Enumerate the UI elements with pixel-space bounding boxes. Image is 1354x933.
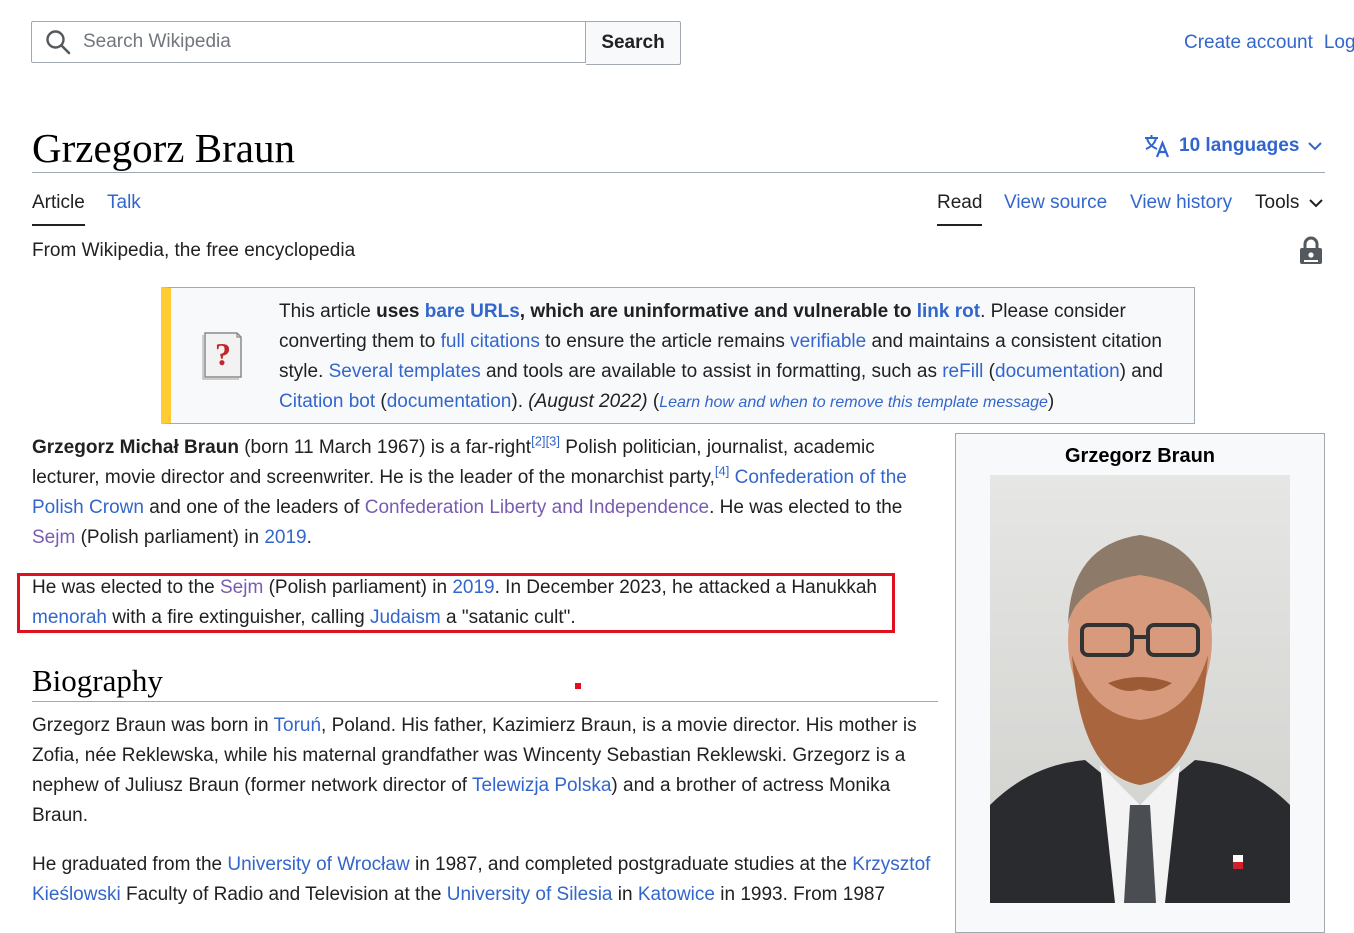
text-fragment: . He was elected to the <box>709 497 903 518</box>
text-fragment: in 1993. From 1987 <box>714 884 886 905</box>
university-silesia-link[interactable]: University of Silesia <box>447 884 613 905</box>
biography-paragraph-2: He graduated from the University of Wroc… <box>32 850 937 910</box>
search-icon <box>46 30 71 55</box>
ref-4[interactable]: [4] <box>715 464 729 479</box>
text-fragment: and one of the leaders of <box>143 497 365 518</box>
verifiable-link[interactable]: verifiable <box>790 331 866 352</box>
bare-urls-notice: ? This article uses bare URLs, which are… <box>161 287 1195 424</box>
infobox: Grzegorz Braun <box>955 433 1325 933</box>
tab-read[interactable]: Read <box>937 192 982 214</box>
notice-fragment: , which are uninformative and vulnerable… <box>519 301 917 322</box>
confederation-liberty-link[interactable]: Confederation Liberty and Independence <box>365 497 709 518</box>
documentation-link-2[interactable]: documentation <box>387 391 512 412</box>
several-templates-link[interactable]: Several templates <box>329 361 481 382</box>
notice-text: This article uses bare URLs, which are u… <box>279 297 1189 418</box>
text-fragment: Grzegorz Braun was born in <box>32 715 274 736</box>
citation-bot-link[interactable]: Citation bot <box>279 391 375 412</box>
notice-fragment: ( <box>983 361 996 382</box>
create-account-link[interactable]: Create account <box>1184 32 1313 53</box>
telewizja-polska-link[interactable]: Telewizja Polska <box>472 775 611 796</box>
highlight-annotation-box <box>17 573 895 633</box>
notice-fragment: ) <box>1047 391 1055 412</box>
tab-view-history[interactable]: View history <box>1130 192 1232 214</box>
tools-menu[interactable]: Tools <box>1255 192 1324 214</box>
svg-text:?: ? <box>215 336 231 372</box>
notice-fragment: ( <box>375 391 387 412</box>
question-book-icon: ? <box>202 332 242 380</box>
annotation-dot <box>575 683 581 689</box>
ref-2[interactable]: [2] <box>531 434 545 449</box>
notice-fragment: ( <box>647 391 660 412</box>
chevron-down-icon <box>1308 142 1323 151</box>
katowice-link[interactable]: Katowice <box>638 884 715 905</box>
year-2019-link[interactable]: 2019 <box>264 527 306 548</box>
documentation-link[interactable]: documentation <box>995 361 1120 382</box>
tab-talk[interactable]: Talk <box>107 192 141 214</box>
lead-paragraph: Grzegorz Michał Braun (born 11 March 196… <box>32 433 932 553</box>
notice-fragment: ). <box>511 391 529 412</box>
search-box[interactable] <box>31 21 586 63</box>
full-citations-link[interactable]: full citations <box>441 331 540 352</box>
languages-label: 10 languages <box>1179 135 1300 156</box>
notice-fragment: and tools are available to assist in for… <box>480 361 943 382</box>
notice-fragment: to ensure the article remains <box>539 331 791 352</box>
notice-fragment: uses <box>376 301 425 322</box>
infobox-title: Grzegorz Braun <box>1064 445 1216 467</box>
search-input[interactable] <box>81 30 555 54</box>
notice-date: (August 2022) <box>528 391 648 412</box>
tagline: From Wikipedia, the free encyclopedia <box>32 240 356 261</box>
text-fragment: He graduated from the <box>32 854 228 875</box>
translate-icon <box>1145 135 1170 158</box>
tab-read-underline <box>937 224 982 226</box>
login-link[interactable]: Log <box>1324 32 1354 53</box>
biography-heading: Biography <box>32 663 163 698</box>
notice-fragment: ) and <box>1119 361 1163 382</box>
notice-fragment: This article <box>279 301 377 322</box>
search-button[interactable]: Search <box>586 21 681 65</box>
portrait-photo[interactable] <box>990 475 1290 903</box>
lock-icon[interactable] <box>1299 236 1323 265</box>
portrait-image <box>990 475 1290 903</box>
refill-link[interactable]: reFill <box>942 361 983 382</box>
text-fragment: . <box>306 527 312 548</box>
text-fragment: Faculty of Radio and Television at the <box>120 884 447 905</box>
text-fragment: in <box>612 884 638 905</box>
text-fragment: (born 11 March 1967) is a far-right <box>238 437 532 458</box>
tab-article-underline <box>32 224 85 226</box>
text-fragment: in 1987, and completed postgraduate stud… <box>409 854 853 875</box>
learn-remove-link[interactable]: Learn how and when to remove this templa… <box>659 394 1048 411</box>
languages-button[interactable]: 10 languages <box>1143 134 1323 158</box>
link-rot-link[interactable]: link rot <box>917 301 980 322</box>
title-divider <box>32 172 1325 173</box>
tab-view-source[interactable]: View source <box>1004 192 1107 214</box>
torun-link[interactable]: Toruń <box>274 715 322 736</box>
sejm-link[interactable]: Sejm <box>32 527 75 548</box>
page-title: Grzegorz Braun <box>32 125 295 171</box>
tools-label: Tools <box>1255 192 1300 213</box>
section-divider <box>32 701 938 702</box>
ref-3[interactable]: [3] <box>546 434 560 449</box>
chevron-down-icon <box>1309 199 1324 208</box>
university-wroclaw-link[interactable]: University of Wrocław <box>227 854 409 875</box>
user-links: Create account Log <box>1184 32 1354 54</box>
subject-name: Grzegorz Michał Braun <box>32 437 239 458</box>
biography-paragraph-1: Grzegorz Braun was born in Toruń, Poland… <box>32 711 932 831</box>
tab-article[interactable]: Article <box>32 192 85 214</box>
text-fragment: (Polish parliament) in <box>75 527 265 548</box>
bare-urls-link[interactable]: bare URLs <box>425 301 520 322</box>
